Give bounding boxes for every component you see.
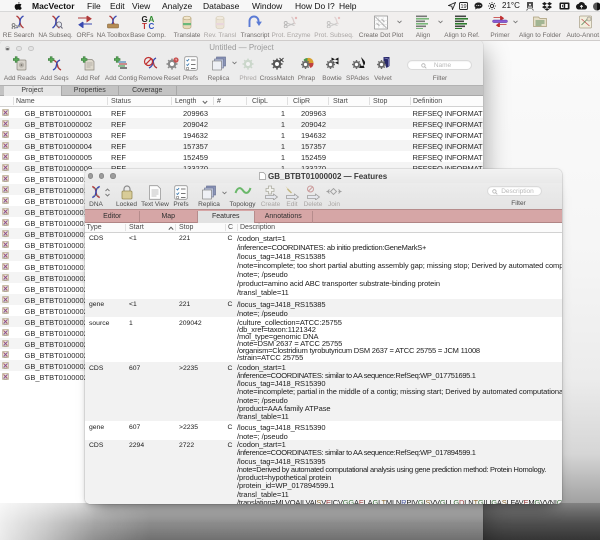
svg-text:T: T: [142, 22, 147, 29]
svg-text:C: C: [149, 22, 155, 29]
svg-text:19: 19: [460, 4, 466, 10]
